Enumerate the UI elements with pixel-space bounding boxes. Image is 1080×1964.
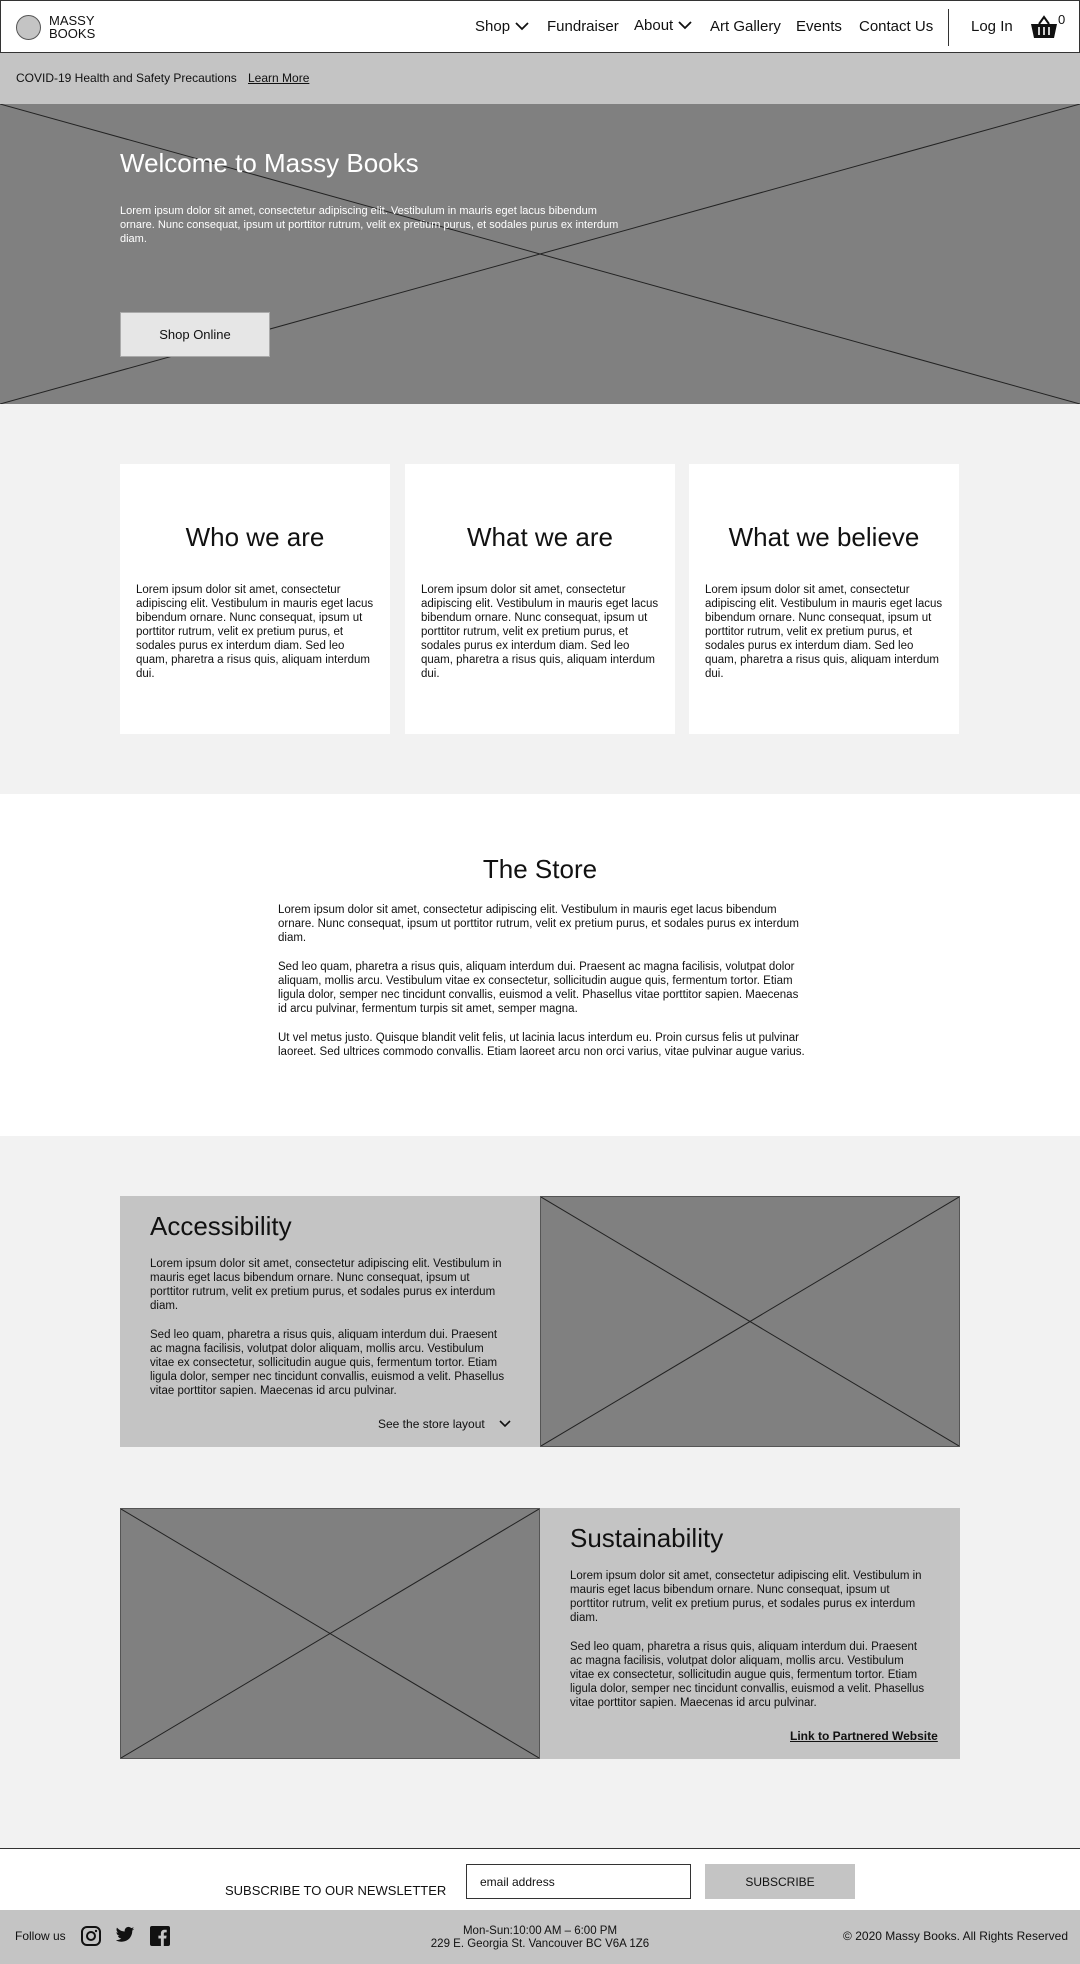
card-body: Lorem ipsum dolor sit amet, consectetur … xyxy=(136,584,374,680)
card-body: Lorem ipsum dolor sit amet, consectetur … xyxy=(705,584,943,680)
cart-button[interactable] xyxy=(1030,15,1058,44)
store-paragraph-3: Ut vel metus justo. Quisque blandit veli… xyxy=(278,1032,805,1058)
store-layout-label: See the store layout xyxy=(378,1417,485,1431)
nav-events[interactable]: Events xyxy=(796,18,842,35)
accessibility-paragraph-2: Sed leo quam, pharetra a risus quis, ali… xyxy=(150,1329,505,1397)
nav-contact-label: Contact Us xyxy=(859,18,934,35)
subscribe-button[interactable]: SUBSCRIBE xyxy=(705,1864,855,1899)
card-who-we-are: Who we are Lorem ipsum dolor sit amet, c… xyxy=(120,464,390,734)
card-title: What we are xyxy=(467,522,613,552)
site-header: MASSY BOOKS Shop Fundraiser About Art Ga… xyxy=(0,0,1080,53)
accessibility-paragraph-1: Lorem ipsum dolor sit amet, consectetur … xyxy=(150,1258,502,1312)
accessibility-title: Accessibility xyxy=(150,1211,292,1241)
notice-bar: COVID-19 Health and Safety Precautions L… xyxy=(0,53,1080,104)
nav-fundraiser[interactable]: Fundraiser xyxy=(547,18,619,35)
hero-title: Welcome to Massy Books xyxy=(120,148,419,178)
logo-text: MASSY BOOKS xyxy=(49,14,95,40)
partnered-website-link[interactable]: Link to Partnered Website xyxy=(790,1729,938,1743)
store-section: The Store Lorem ipsum dolor sit amet, co… xyxy=(0,794,1080,1136)
accessibility-section: Accessibility Lorem ipsum dolor sit amet… xyxy=(120,1196,960,1447)
newsletter-bar: SUBSCRIBE TO OUR NEWSLETTER SUBSCRIBE xyxy=(0,1848,1080,1910)
nav-shop[interactable]: Shop xyxy=(475,18,529,35)
card-title: Who we are xyxy=(185,522,325,552)
email-input[interactable] xyxy=(466,1864,691,1899)
nav-about[interactable]: About xyxy=(634,17,692,34)
sustainability-paragraph-1: Lorem ipsum dolor sit amet, consectetur … xyxy=(570,1570,922,1624)
chevron-down-icon xyxy=(678,21,692,30)
chevron-down-icon xyxy=(499,1420,511,1428)
copyright-text: © 2020 Massy Books. All Rights Reserved xyxy=(843,1929,1068,1943)
hero-banner: Welcome to Massy Books Lorem ipsum dolor… xyxy=(0,104,1080,404)
store-paragraph-1: Lorem ipsum dolor sit amet, consectetur … xyxy=(278,904,799,944)
nav-fundraiser-label: Fundraiser xyxy=(547,18,619,35)
nav-about-label: About xyxy=(634,17,674,34)
sustainability-image xyxy=(120,1508,540,1759)
card-what-we-believe: What we believe Lorem ipsum dolor sit am… xyxy=(689,464,959,734)
nav-contact[interactable]: Contact Us xyxy=(859,18,933,35)
learn-more-link[interactable]: Learn More xyxy=(248,71,309,85)
shop-online-button[interactable]: Shop Online xyxy=(120,312,270,357)
basket-icon xyxy=(1031,15,1057,38)
newsletter-label: SUBSCRIBE TO OUR NEWSLETTER xyxy=(225,1883,447,1898)
store-layout-toggle[interactable]: See the store layout xyxy=(378,1417,511,1431)
nav-divider xyxy=(948,9,949,46)
logo[interactable]: MASSY BOOKS xyxy=(16,14,95,40)
store-title: The Store xyxy=(482,854,598,884)
image-placeholder-icon xyxy=(541,1197,959,1446)
chevron-down-icon xyxy=(515,22,529,31)
site-footer: Follow us Mon-Sun:10:00 AM – 6:00 PM 229… xyxy=(0,1910,1080,1964)
card-title: What we believe xyxy=(728,522,920,552)
sustainability-paragraph-2: Sed leo quam, pharetra a risus quis, ali… xyxy=(570,1641,925,1709)
card-body: Lorem ipsum dolor sit amet, consectetur … xyxy=(421,584,659,680)
nav-art-gallery[interactable]: Art Gallery xyxy=(710,18,781,35)
notice-text: COVID-19 Health and Safety Precautions xyxy=(16,71,237,85)
sustainability-title: Sustainability xyxy=(570,1523,724,1553)
sustainability-section: Sustainability Lorem ipsum dolor sit ame… xyxy=(120,1508,960,1759)
nav-shop-label: Shop xyxy=(475,18,511,35)
logo-line-2: BOOKS xyxy=(49,26,96,41)
nav-art-gallery-label: Art Gallery xyxy=(710,18,781,35)
login-label: Log In xyxy=(971,18,1013,35)
image-placeholder-icon xyxy=(121,1509,539,1758)
accessibility-image xyxy=(540,1196,960,1447)
store-paragraph-2: Sed leo quam, pharetra a risus quis, ali… xyxy=(278,961,799,1015)
cart-count: 0 xyxy=(1058,12,1066,27)
logo-circle-icon xyxy=(16,14,41,40)
card-what-we-are: What we are Lorem ipsum dolor sit amet, … xyxy=(405,464,675,734)
hero-body: Lorem ipsum dolor sit amet, consectetur … xyxy=(120,205,619,245)
login-link[interactable]: Log In xyxy=(971,18,1013,35)
nav-events-label: Events xyxy=(796,18,842,35)
